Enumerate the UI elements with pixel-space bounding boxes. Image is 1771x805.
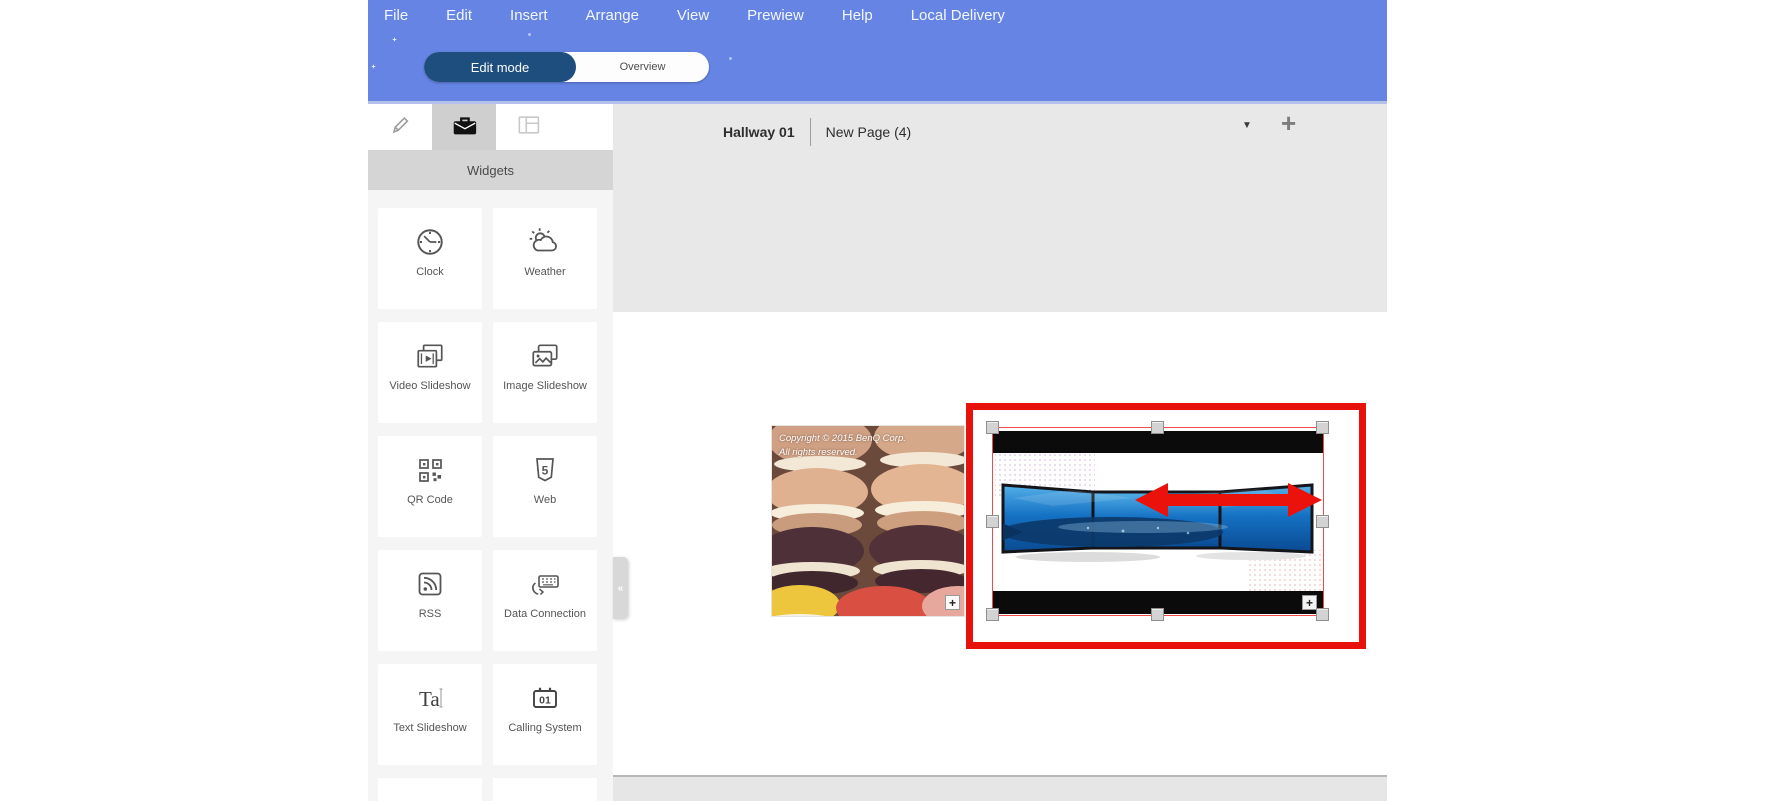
web-badge-glyph: 5 [542,464,549,478]
menu-prewiew[interactable]: Prewiew [747,5,804,26]
image-copyright-overlay: Copyright © 2015 BenQ Corp. All rights r… [779,432,906,461]
widget-rss[interactable]: RSS [378,550,482,651]
display-ad-photo [993,428,1323,615]
widgets-panel-title: Widgets [368,150,613,190]
page-tab-current[interactable]: New Page (4) [826,124,912,140]
widget-qr-code[interactable]: QR Code [378,436,482,537]
widget-label: Image Slideshow [503,380,587,392]
tab-layouts[interactable] [496,104,560,150]
data-connection-icon [529,567,561,601]
video-slideshow-icon [414,339,446,373]
widget-image-slideshow[interactable]: Image Slideshow [493,322,597,423]
menu-edit[interactable]: Edit [446,5,472,26]
widget-clock[interactable]: Clock [378,208,482,309]
rss-icon [415,567,445,601]
qr-code-icon [415,453,445,487]
menubar: File Edit Insert Arrange View Prewiew He… [384,5,1005,26]
resize-handle-bottom-left[interactable] [986,608,999,621]
menu-local-delivery[interactable]: Local Delivery [911,5,1005,26]
pencil-icon [387,112,413,143]
widget-data-connection[interactable]: Data Connection [493,550,597,651]
page-bar: Hallway 01 New Page (4) [723,114,911,150]
weather-icon [528,225,562,259]
item-expand-button[interactable]: + [1302,595,1317,610]
canvas-header: Hallway 01 New Page (4) ▼ + [613,104,1387,312]
clock-icon [414,225,446,259]
widget-grid: Clock Weather [368,204,613,801]
resize-handle-middle-right[interactable] [1316,515,1329,528]
page-dropdown-caret-icon[interactable]: ▼ [1242,120,1252,131]
menu-file[interactable]: File [384,5,408,26]
overview-button[interactable]: Overview [576,52,709,82]
calling-system-glyph: 01 [539,695,551,707]
text-slideshow-icon: Ta [414,681,446,715]
collapse-chevrons-icon: « [618,583,624,594]
cursor-artifact [392,37,397,42]
resize-handle-bottom-middle[interactable] [1151,608,1164,621]
widget-label: Calling System [508,722,581,734]
cursor-artifact [729,57,732,60]
canvas-item-macaron-image[interactable]: Copyright © 2015 BenQ Corp. All rights r… [771,425,965,617]
menu-help[interactable]: Help [842,5,873,26]
layout-grid-icon [515,112,541,143]
sidebar-tabbar [368,104,613,150]
signage-editor-app: File Edit Insert Arrange View Prewiew He… [368,0,1387,801]
calling-system-icon: 01 [529,681,561,715]
widget-label: Video Slideshow [389,380,470,392]
playlist-name[interactable]: Hallway 01 [723,124,795,140]
widget-label: Web [534,494,556,506]
page-bar-divider [810,118,811,146]
canvas-item-display-ad-selected[interactable]: + [993,428,1323,615]
widget-label: Text Slideshow [393,722,466,734]
sidebar-collapse-handle[interactable]: « [613,557,628,619]
top-menu-bar: File Edit Insert Arrange View Prewiew He… [368,0,1387,104]
menu-view[interactable]: View [677,5,709,26]
add-page-button[interactable]: + [1281,108,1296,139]
item-expand-button[interactable]: + [945,595,960,610]
widget-web[interactable]: 5 Web [493,436,597,537]
widget-label: Weather [524,266,565,278]
image-slideshow-icon [529,339,561,373]
widget-label: QR Code [407,494,453,506]
resize-handle-bottom-right[interactable] [1316,608,1329,621]
widget-text-slideshow[interactable]: Ta Text Slideshow [378,664,482,765]
cursor-artifact [371,64,376,69]
widget-label: Clock [416,266,444,278]
widget-label: RSS [419,608,442,620]
resize-handle-top-left[interactable] [986,421,999,434]
widgets-sidebar: Widgets Clock [368,104,613,801]
resize-handle-middle-left[interactable] [986,515,999,528]
tab-edit[interactable] [368,104,432,150]
tab-widgets[interactable] [432,104,496,150]
menu-insert[interactable]: Insert [510,5,548,26]
web-icon: 5 [530,453,560,487]
widget-label: Data Connection [504,608,586,620]
mode-toggle: Edit mode Overview [424,52,709,82]
cursor-artifact [528,33,531,36]
widget-calling-system[interactable]: 01 Calling System [493,664,597,765]
widget-video-slideshow[interactable]: Video Slideshow [378,322,482,423]
canvas-bottom-strip [613,775,1387,801]
text-slideshow-glyph: Ta [419,687,440,711]
menu-arrange[interactable]: Arrange [586,5,639,26]
resize-handle-top-middle[interactable] [1151,421,1164,434]
briefcase-icon [450,111,478,144]
widget-weather[interactable]: Weather [493,208,597,309]
edit-mode-button[interactable]: Edit mode [424,52,576,82]
resize-handle-top-right[interactable] [1316,421,1329,434]
